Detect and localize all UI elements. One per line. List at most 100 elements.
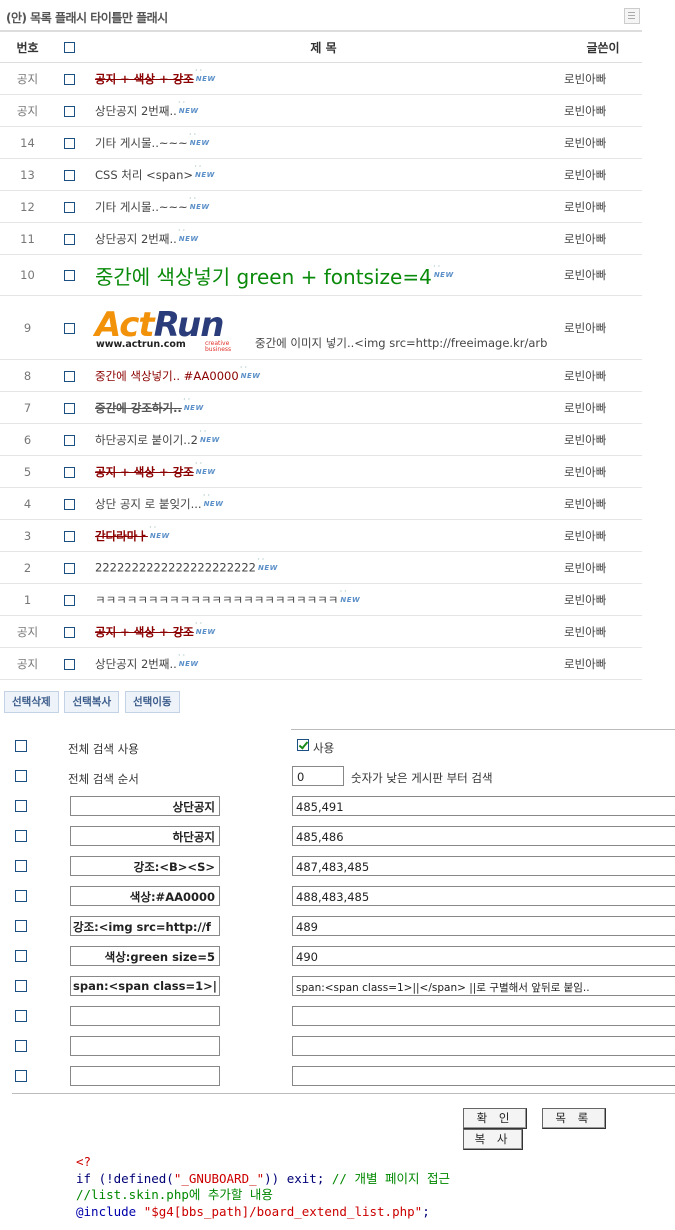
row-writer[interactable]: 로빈아빠 (564, 583, 642, 616)
row-subject-link[interactable]: 상단공지 2번째.. (95, 657, 177, 671)
row-writer[interactable]: 로빈아빠 (564, 423, 642, 456)
row-subject-link[interactable]: 중간에 색상넣기 green + fontsize=4 (95, 265, 432, 289)
search-use-checkbox[interactable] (297, 739, 309, 751)
row-writer[interactable]: 로빈아빠 (564, 62, 642, 95)
row-subject-link[interactable]: 기타 게시물..~~~ (95, 200, 188, 214)
table-row: 4상단 공지 로 붙잊기...NEW로빈아빠 (0, 487, 642, 520)
row-subject-link[interactable]: 중간에 이미지 넣기..<img src=http://freeimage.kr… (255, 336, 547, 350)
row-writer[interactable]: 로빈아빠 (564, 519, 642, 552)
row-subject-link[interactable]: 중간에 색상넣기.. #AA0000 (95, 369, 239, 383)
row-subject-link[interactable]: 간다라마ㅏ (95, 529, 148, 543)
row-checkbox[interactable] (63, 169, 75, 181)
row-checkbox[interactable] (15, 890, 27, 902)
setting-name-input[interactable]: 색상:green size=5 (70, 946, 220, 966)
setting-name-input[interactable] (70, 1006, 220, 1026)
setting-name-input[interactable]: span:<span class=1>| (70, 976, 220, 996)
copy-button[interactable]: 복 사 (463, 1129, 523, 1150)
row-checkbox[interactable] (15, 740, 27, 752)
row-checkbox[interactable] (63, 466, 75, 478)
row-writer[interactable]: 로빈아빠 (564, 158, 642, 191)
row-checkbox[interactable] (63, 594, 75, 606)
new-icon: NEW (148, 526, 170, 540)
row-checkbox[interactable] (63, 270, 75, 281)
row-checkbox[interactable] (63, 370, 75, 382)
row-writer[interactable]: 로빈아빠 (564, 126, 642, 159)
row-writer[interactable]: 로빈아빠 (564, 455, 642, 488)
row-checkbox[interactable] (63, 137, 75, 149)
row-checkbox[interactable] (15, 1040, 27, 1052)
setting-name-input[interactable]: 색상:#AA0000 (70, 886, 220, 906)
setting-name-input[interactable]: 강조:<img src=http://f (70, 916, 220, 936)
setting-value-input[interactable]: span:<span class=1>||</span> ||로 구별해서 앞뒤… (292, 976, 675, 996)
confirm-button[interactable]: 확 인 (463, 1108, 527, 1129)
row-subject-link[interactable]: 2222222222222222222222 (95, 561, 256, 575)
row-writer[interactable]: 로빈아빠 (564, 190, 642, 223)
row-checkbox[interactable] (63, 201, 75, 213)
row-writer[interactable]: 로빈아빠 (564, 295, 642, 360)
copy-selected-button[interactable]: 선택복사 (64, 691, 120, 713)
setting-name-input[interactable]: 하단공지 (70, 826, 220, 846)
row-checkbox[interactable] (63, 626, 75, 638)
row-subject-link[interactable]: 기타 게시물..~~~ (95, 136, 188, 150)
row-subject-link[interactable]: 공지 + 색상 + 강조 (95, 72, 194, 86)
row-subject-link[interactable]: 하단공지로 붙이기..2 (95, 433, 198, 447)
row-checkbox[interactable] (63, 233, 75, 245)
row-checkbox[interactable] (15, 1010, 27, 1022)
row-checkbox[interactable] (15, 770, 27, 782)
row-checkbox[interactable] (15, 1070, 27, 1082)
row-writer[interactable]: 로빈아빠 (564, 391, 642, 424)
row-checkbox[interactable] (63, 73, 75, 85)
row-subject-link[interactable]: 중간에 강조하기.. (95, 401, 182, 415)
move-selected-button[interactable]: 선택이동 (124, 691, 180, 713)
setting-value-input[interactable] (292, 1036, 675, 1056)
row-checkbox[interactable] (63, 658, 75, 670)
row-checkbox[interactable] (63, 402, 75, 414)
setting-value-input[interactable] (292, 1066, 675, 1086)
row-subject-link[interactable]: CSS 처리 <span> (95, 168, 193, 182)
row-checkbox[interactable] (63, 322, 75, 334)
setting-name-input[interactable] (70, 1036, 220, 1056)
setting-name-input[interactable]: 상단공지 (70, 796, 220, 816)
row-subject-link[interactable]: ㅋㅋㅋㅋㅋㅋㅋㅋㅋㅋㅋㅋㅋㅋㅋㅋㅋㅋㅋㅋㅋㅋㅋ (95, 593, 338, 607)
row-writer[interactable]: 로빈아빠 (564, 647, 642, 680)
row-checkbox[interactable] (63, 562, 75, 574)
setting-value-input[interactable]: 488,483,485 (292, 886, 675, 906)
row-checkbox[interactable] (15, 830, 27, 842)
row-checkbox[interactable] (15, 920, 27, 932)
row-subject-link[interactable]: 상단공지 2번째.. (95, 104, 177, 118)
setting-name-input[interactable] (70, 1066, 220, 1086)
row-writer[interactable]: 로빈아빠 (564, 487, 642, 520)
row-checkbox[interactable] (15, 950, 27, 962)
row-checkbox[interactable] (63, 498, 75, 510)
setting-value-input[interactable]: 485,491 (292, 796, 675, 816)
row-writer[interactable]: 로빈아빠 (564, 94, 642, 127)
setting-value-input[interactable] (292, 1006, 675, 1026)
row-subject-link[interactable]: 공지 + 색상 + 강조 (95, 465, 194, 479)
row-writer[interactable]: 로빈아빠 (564, 551, 642, 584)
row-checkbox[interactable] (15, 860, 27, 872)
setting-name-input[interactable]: 강조:<B><S> (70, 856, 220, 876)
setting-value-input[interactable]: 485,486 (292, 826, 675, 846)
select-all-checkbox[interactable] (63, 42, 75, 53)
row-writer[interactable]: 로빈아빠 (564, 359, 642, 392)
search-order-input[interactable]: 0 (292, 766, 344, 786)
row-writer[interactable]: 로빈아빠 (564, 615, 642, 648)
row-writer[interactable]: 로빈아빠 (564, 254, 642, 296)
delete-selected-button[interactable]: 선택삭제 (4, 691, 59, 713)
row-writer[interactable]: 로빈아빠 (564, 222, 642, 255)
row-checkbox[interactable] (15, 980, 27, 992)
row-checkbox[interactable] (63, 530, 75, 542)
row-checkbox[interactable] (15, 800, 27, 812)
row-subject-link[interactable]: 공지 + 색상 + 강조 (95, 625, 194, 639)
setting-value-input[interactable]: 489 (292, 916, 675, 936)
row-checkbox[interactable] (63, 434, 75, 446)
rss-list-icon[interactable] (624, 8, 640, 24)
table-row: 12기타 게시물..~~~NEW로빈아빠 (0, 190, 642, 223)
row-checkbox[interactable] (63, 105, 75, 117)
setting-value-input[interactable]: 487,483,485 (292, 856, 675, 876)
setting-value-input[interactable]: 490 (292, 946, 675, 966)
row-subject-link[interactable]: 상단 공지 로 붙잊기... (95, 497, 202, 511)
list-button[interactable]: 목 록 (541, 1108, 606, 1129)
row-subject-link[interactable]: 상단공지 2번째.. (95, 232, 177, 246)
actrun-logo[interactable]: ActRun www.actrun.com creative business (95, 305, 253, 353)
